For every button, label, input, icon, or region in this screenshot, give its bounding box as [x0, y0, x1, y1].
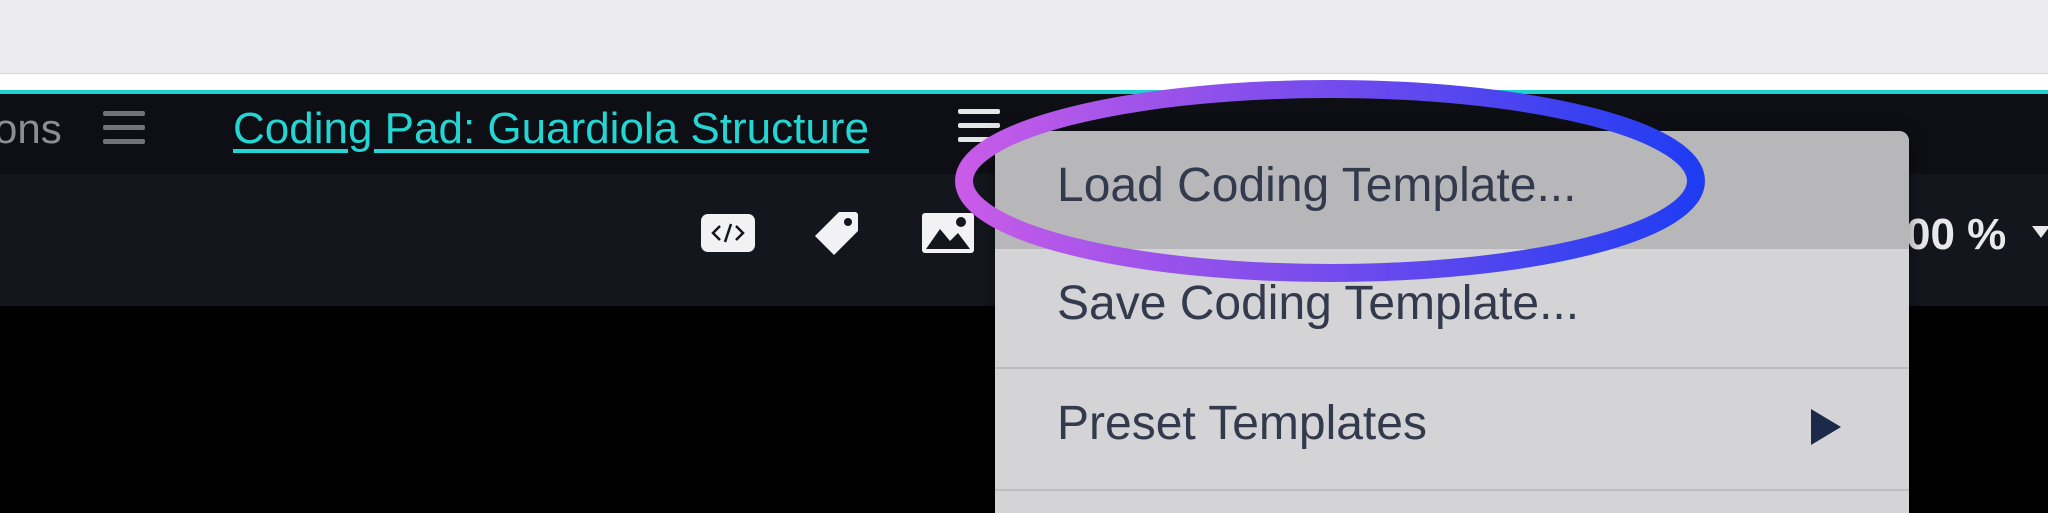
- menu-item-label: Preset Templates: [1057, 397, 1427, 450]
- tab-previous-menu-icon[interactable]: [103, 111, 145, 145]
- tag-icon[interactable]: [812, 208, 862, 258]
- zoom-dropdown-icon[interactable]: [2032, 226, 2048, 238]
- browser-top-strip: [0, 0, 2048, 74]
- menu-item-preset-templates[interactable]: Preset Templates: [995, 369, 1909, 487]
- highlight-ellipse-annotation: [952, 78, 1708, 284]
- tab-previous-label[interactable]: ons: [0, 104, 62, 154]
- zoom-level[interactable]: 00 %: [1906, 209, 2006, 261]
- menu-separator: [995, 489, 1909, 491]
- code-icon[interactable]: [700, 211, 756, 255]
- tab-active-title[interactable]: Coding Pad: Guardiola Structure: [233, 103, 869, 155]
- submenu-arrow-icon: [1811, 409, 1841, 445]
